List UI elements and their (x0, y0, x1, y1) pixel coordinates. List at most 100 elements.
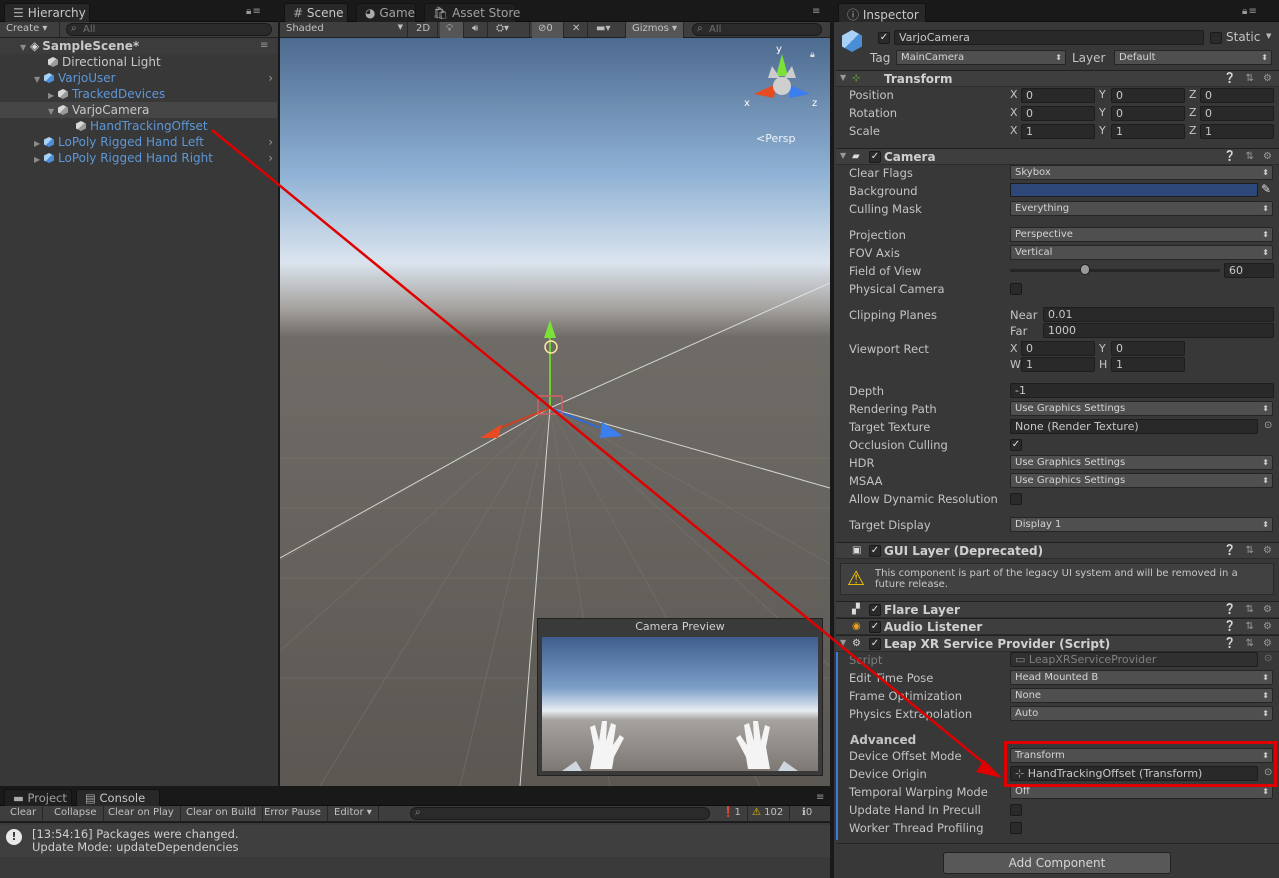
scale-y-field[interactable]: 1 (1111, 124, 1185, 139)
viewport-h-field[interactable]: 1 (1111, 357, 1185, 372)
transform-header[interactable]: ▼ ⊹ Transform ❔ ⇅ ⚙ (836, 70, 1279, 87)
tab-asset-store[interactable]: 🛍︎ Asset Store (424, 3, 520, 22)
component-menu-icons[interactable]: ❔ ⇅ ⚙ (1224, 621, 1275, 632)
clear-on-build-button[interactable]: Clear on Build (180, 806, 264, 822)
msaa-dropdown[interactable]: Use Graphics Settings (1010, 473, 1273, 488)
culling-mask-dropdown[interactable]: Everything (1010, 201, 1273, 216)
scene-viewport[interactable]: y x z <Persp 🔒︎ Camera Preview (280, 38, 830, 786)
tab-project[interactable]: ▬ Project (4, 789, 72, 806)
camera-enabled-checkbox[interactable]: ✓ (869, 151, 881, 163)
physical-camera-checkbox[interactable] (1010, 283, 1022, 295)
warnings-toggle[interactable]: ⚠ 102 (746, 806, 791, 822)
position-z-field[interactable]: 0 (1200, 88, 1274, 103)
target-display-dropdown[interactable]: Display 1 (1010, 517, 1273, 532)
menu-icon[interactable]: ≡ (812, 6, 820, 17)
update-hand-precull-checkbox[interactable] (1010, 804, 1022, 816)
flare-layer-header[interactable]: ▞ ✓ Flare Layer ❔ ⇅ ⚙ (836, 601, 1279, 618)
error-pause-button[interactable]: Error Pause (258, 806, 328, 822)
hidden-objects-button[interactable]: ⊘0 (532, 22, 564, 38)
gizmo-z-arrow[interactable] (600, 422, 623, 438)
leap-enabled-checkbox[interactable]: ✓ (869, 638, 881, 650)
component-menu-icons[interactable]: ❔ ⇅ ⚙ (1224, 73, 1275, 84)
errors-toggle[interactable]: ❗1 (716, 806, 748, 822)
gizmo-x-arrow[interactable] (480, 424, 502, 438)
camera-icon[interactable]: ▬▾ (590, 22, 626, 38)
audio-listener-header[interactable]: ◉ ✓ Audio Listener ❔ ⇅ ⚙ (836, 618, 1279, 635)
physics-extrapolation-dropdown[interactable]: Auto (1010, 706, 1273, 721)
background-color-swatch[interactable] (1010, 183, 1258, 197)
tools-icon[interactable]: ✕ (566, 22, 588, 38)
scene-search-input[interactable]: All (692, 23, 822, 36)
static-checkbox[interactable] (1210, 32, 1222, 44)
edit-time-pose-dropdown[interactable]: Head Mounted B (1010, 670, 1273, 685)
menu-icon[interactable]: ≡ (816, 792, 824, 803)
gizmos-dropdown[interactable]: Gizmos ▾ (626, 22, 684, 38)
lock-icon[interactable]: 🔒︎ ≡ (246, 6, 261, 17)
hdr-dropdown[interactable]: Use Graphics Settings (1010, 455, 1273, 470)
clear-on-play-button[interactable]: Clear on Play (102, 806, 181, 822)
scale-x-field[interactable]: 1 (1021, 124, 1095, 139)
clear-flags-dropdown[interactable]: Skybox (1010, 165, 1273, 180)
clear-button[interactable]: Clear (4, 806, 44, 822)
hierarchy-search-input[interactable]: All (66, 23, 272, 36)
console-search-input[interactable] (410, 807, 710, 820)
fov-slider-thumb[interactable] (1080, 264, 1090, 275)
component-menu-icons[interactable]: ❔ ⇅ ⚙ (1224, 545, 1275, 556)
scale-z-field[interactable]: 1 (1200, 124, 1274, 139)
flare-enabled-checkbox[interactable]: ✓ (869, 604, 881, 616)
log-entry[interactable]: ! [13:54:16] Packages were changed. Upda… (0, 825, 830, 857)
gizmo-y-arrow[interactable] (544, 320, 556, 338)
hierarchy-item-trackeddevices[interactable]: ▶ TrackedDevices (0, 86, 277, 102)
rotation-x-field[interactable]: 0 (1021, 106, 1095, 121)
viewport-y-field[interactable]: 0 (1111, 341, 1185, 356)
hierarchy-item-varjouser[interactable]: ▼ VarjoUser › (0, 70, 277, 86)
viewport-x-field[interactable]: 0 (1021, 341, 1095, 356)
editor-dropdown[interactable]: Editor ▾ (328, 806, 379, 822)
gui-layer-enabled-checkbox[interactable]: ✓ (869, 545, 881, 557)
position-y-field[interactable]: 0 (1111, 88, 1185, 103)
dynamic-resolution-checkbox[interactable] (1010, 493, 1022, 505)
gui-layer-header[interactable]: ▣ ✓ GUI Layer (Deprecated) ❔ ⇅ ⚙ (836, 542, 1279, 559)
layer-dropdown[interactable]: Default (1114, 50, 1272, 65)
persp-label[interactable]: <Persp (756, 132, 795, 145)
info-toggle[interactable]: ℹ0 (796, 806, 818, 822)
fov-value-field[interactable]: 60 (1224, 263, 1274, 278)
leap-provider-header[interactable]: ▼ ⚙ ✓ Leap XR Service Provider (Script) ❔ ⇅ … (836, 635, 1279, 652)
create-button[interactable]: Create ▾ (0, 22, 60, 38)
far-field[interactable]: 1000 (1043, 323, 1274, 338)
near-field[interactable]: 0.01 (1043, 307, 1274, 322)
object-picker-icon[interactable]: ⊙ (1264, 420, 1272, 431)
2d-toggle[interactable]: 2D (410, 22, 438, 38)
component-menu-icons[interactable]: ❔ ⇅ ⚙ (1224, 151, 1275, 162)
add-component-button[interactable]: Add Component (943, 852, 1171, 874)
audio-enabled-checkbox[interactable]: ✓ (869, 621, 881, 633)
lock-icon[interactable]: 🔒︎ ≡ (1242, 6, 1257, 17)
occlusion-culling-checkbox[interactable]: ✓ (1010, 439, 1022, 451)
collapse-button[interactable]: Collapse (48, 806, 104, 822)
hierarchy-item-hand-left[interactable]: ▶ LoPoly Rigged Hand Left › (0, 134, 277, 150)
shading-dropdown[interactable]: Shaded ▼ (280, 22, 408, 38)
tag-dropdown[interactable]: MainCamera (896, 50, 1066, 65)
lighting-toggle-icon[interactable]: 💡︎ (440, 22, 464, 38)
scene-row[interactable]: ▼ ◈ SampleScene* ≡ (0, 38, 277, 54)
viewport-w-field[interactable]: 1 (1021, 357, 1095, 372)
hierarchy-item-directional-light[interactable]: Directional Light (0, 54, 277, 70)
rotation-y-field[interactable]: 0 (1111, 106, 1185, 121)
fov-slider-track[interactable] (1010, 269, 1220, 272)
rotation-z-field[interactable]: 0 (1200, 106, 1274, 121)
active-checkbox[interactable]: ✓ (878, 32, 890, 44)
effects-icon[interactable]: ⛭▾ (490, 22, 530, 38)
worker-thread-profiling-checkbox[interactable] (1010, 822, 1022, 834)
position-x-field[interactable]: 0 (1021, 88, 1095, 103)
tab-console[interactable]: ▤ Console (76, 789, 160, 806)
lock-icon[interactable]: 🔒︎ (810, 50, 815, 60)
tab-scene[interactable]: # Scene (284, 3, 348, 22)
rendering-path-dropdown[interactable]: Use Graphics Settings (1010, 401, 1273, 416)
projection-dropdown[interactable]: Perspective (1010, 227, 1273, 242)
depth-field[interactable]: -1 (1010, 383, 1274, 398)
frame-optimization-dropdown[interactable]: None (1010, 688, 1273, 703)
target-texture-field[interactable]: None (Render Texture) (1010, 419, 1258, 434)
object-name-field[interactable]: VarjoCamera (894, 30, 1204, 45)
tab-game[interactable]: ◕ Game (356, 3, 416, 22)
hierarchy-item-handtrackingoffset[interactable]: HandTrackingOffset (0, 118, 277, 134)
